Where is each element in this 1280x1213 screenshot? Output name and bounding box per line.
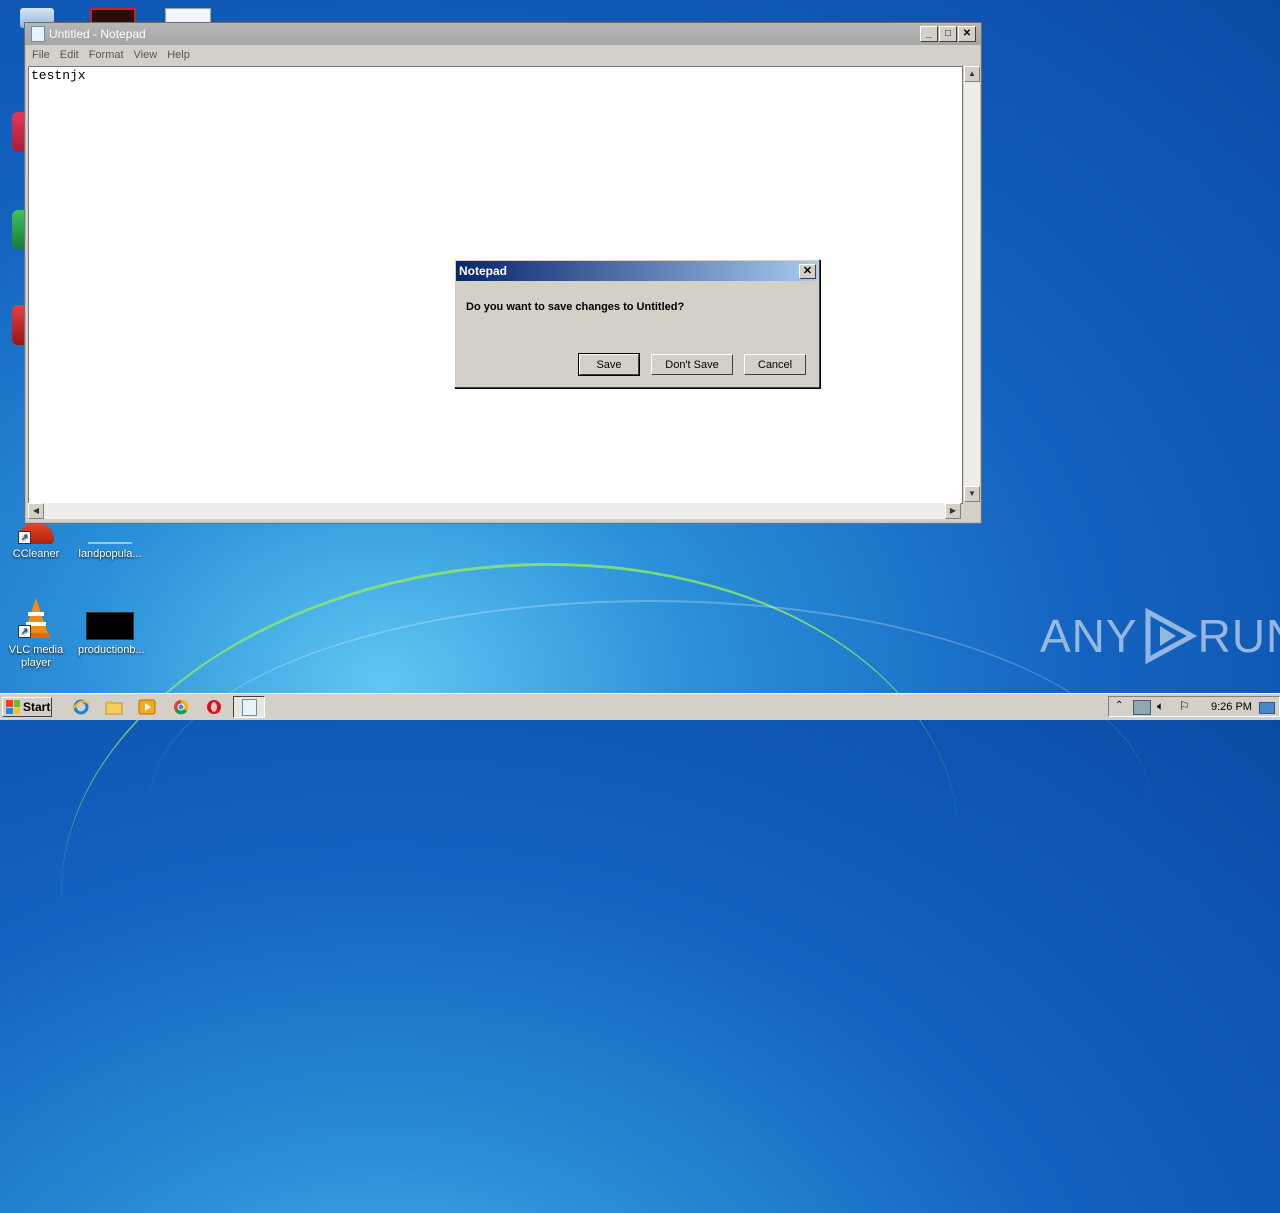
dont-save-button[interactable]: Don't Save [651,354,733,375]
windows-logo-icon [6,700,20,714]
chrome-icon[interactable] [172,699,190,715]
scroll-left-icon[interactable]: ◀ [28,503,44,519]
file-explorer-icon[interactable] [105,699,123,715]
internet-explorer-icon[interactable] [72,699,90,715]
clock[interactable]: 9:26 PM [1211,701,1252,713]
file-icon [88,522,132,544]
scroll-up-icon[interactable]: ▲ [964,66,980,82]
opera-icon[interactable] [205,699,223,715]
desktop-icon-vlc[interactable]: ↗ VLC media player [4,596,68,670]
ccleaner-icon: ↗ [18,522,54,544]
notepad-titlebar[interactable]: Untitled - Notepad _ □ ✕ [25,23,981,45]
desktop-icon-label: landpopula... [78,548,142,560]
play-logo-icon [1145,608,1197,664]
desktop-icon-partial[interactable] [12,210,24,250]
volume-icon[interactable]: 🔈︎ [1157,699,1164,714]
resize-grip-icon[interactable] [964,503,980,519]
cancel-button[interactable]: Cancel [744,354,806,375]
watermark-right: RUN [1197,610,1280,662]
window-title: Untitled - Notepad [49,27,146,41]
menu-file[interactable]: File [27,49,55,61]
desktop-icon-label: productionb... [78,644,145,656]
anyrun-watermark: ANY RUN [1040,608,1280,664]
minimize-button[interactable]: _ [920,26,938,42]
desktop-icon-label: VLC media player [8,644,64,669]
notepad-icon [242,699,257,716]
shortcut-arrow-icon: ↗ [18,531,31,544]
desktop-icon-ccleaner[interactable]: ↗ CCleaner [4,522,68,561]
scroll-down-icon[interactable]: ▼ [964,486,980,502]
taskbar: Start ⌃ 🔈︎ ⚐ 9:26 PM [0,693,1280,720]
horizontal-scrollbar[interactable]: ◀ ▶ [28,503,961,519]
dialog-message: Do you want to save changes to Untitled? [466,301,685,313]
menu-format[interactable]: Format [84,49,129,61]
start-button[interactable]: Start [2,697,52,717]
save-button[interactable]: Save [578,353,640,376]
close-button[interactable]: ✕ [958,26,976,42]
desktop-icon-productionb[interactable]: productionb... [78,612,145,657]
menu-bar: File Edit Format View Help [25,45,981,65]
desktop-icon-partial[interactable] [12,305,24,345]
action-center-flag-icon[interactable]: ⚐ [1179,699,1190,713]
menu-view[interactable]: View [129,49,163,61]
watermark-left: ANY [1040,610,1138,662]
desktop-icon-label: CCleaner [12,548,60,560]
notepad-icon [31,26,45,42]
wallpaper-swoosh [150,600,1150,1002]
editor-content: testnjx [31,68,86,83]
dialog-titlebar[interactable]: Notepad [456,261,818,281]
file-thumbnail-icon [86,612,134,640]
shortcut-arrow-icon: ↗ [18,625,31,638]
desktop-icon-landpopula[interactable]: landpopula... [78,522,142,561]
menu-help[interactable]: Help [162,49,195,61]
system-tray: ⌃ 🔈︎ ⚐ 9:26 PM [1108,696,1280,717]
dialog-title: Notepad [459,264,507,278]
save-dialog[interactable]: Notepad ✕ Do you want to save changes to… [454,259,820,388]
dialog-close-button[interactable]: ✕ [799,264,816,279]
vertical-scrollbar[interactable]: ▲ ▼ [964,66,980,502]
start-label: Start [23,700,51,714]
media-player-icon[interactable] [138,699,156,715]
menu-edit[interactable]: Edit [55,49,84,61]
scroll-right-icon[interactable]: ▶ [945,503,961,519]
desktop-icon-partial[interactable] [12,112,24,152]
tray-expand-icon[interactable]: ⌃ [1115,700,1123,711]
vlc-cone-icon: ↗ [18,596,54,640]
taskbar-notepad-button[interactable] [233,696,265,718]
maximize-button[interactable]: □ [939,26,957,42]
network-icon[interactable] [1133,700,1151,715]
show-desktop-icon[interactable] [1259,702,1275,714]
